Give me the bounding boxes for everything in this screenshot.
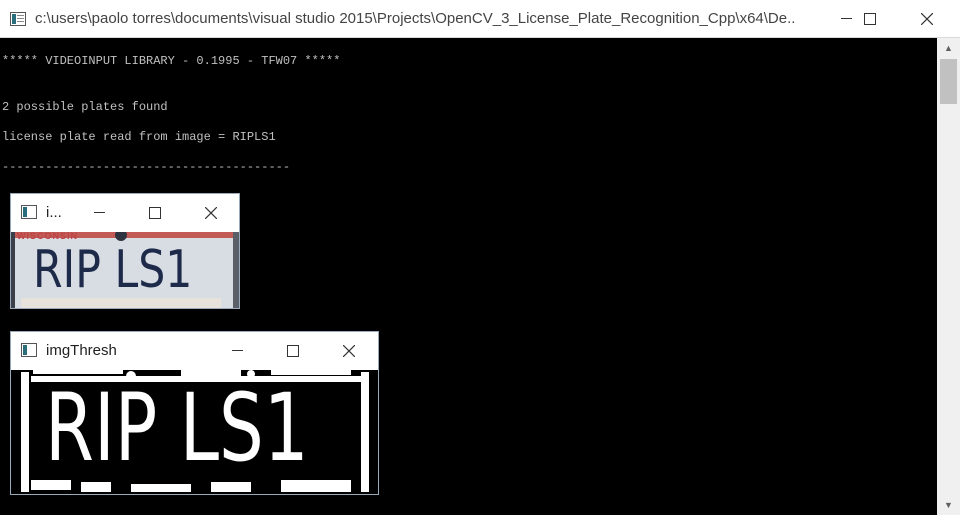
threshold-plate-characters: RIP LS1 (45, 374, 309, 483)
window-app-icon (21, 343, 37, 357)
console-line-banner: ***** VIDEOINPUT LIBRARY - 0.1995 - TFW0… (2, 54, 341, 68)
image-window-close-button[interactable] (196, 194, 226, 231)
image-window-minimize-button[interactable] (84, 194, 114, 231)
window-app-icon (21, 205, 37, 219)
thresh-window-title: imgThresh (46, 342, 117, 359)
maximize-button[interactable] (847, 0, 893, 37)
scroll-up-button[interactable]: ▲ (937, 38, 960, 58)
image-window-maximize-button[interactable] (140, 194, 170, 231)
scroll-down-button[interactable]: ▼ (937, 495, 960, 515)
console-app-icon (10, 12, 26, 26)
close-icon (921, 12, 933, 25)
image-window[interactable]: i... WISCONSIN RIP LS1 (10, 193, 240, 309)
window-title: c:\users\paolo torres\documents\visual s… (35, 10, 795, 27)
close-icon (343, 344, 355, 357)
license-plate-image: WISCONSIN RIP LS1 (11, 232, 239, 308)
console-line-plates-found: 2 possible plates found (2, 100, 168, 114)
plate-characters: RIP LS1 (33, 240, 193, 300)
console-title-bar[interactable]: c:\users\paolo torres\documents\visual s… (0, 0, 960, 38)
thresh-window-minimize-button[interactable] (222, 332, 252, 369)
thresh-window-maximize-button[interactable] (278, 332, 308, 369)
thresh-window-close-button[interactable] (334, 332, 364, 369)
image-window-title: i... (46, 204, 62, 221)
threshold-image: RIP LS1 (11, 370, 378, 494)
image-window-title-bar[interactable]: i... (11, 194, 239, 231)
scroll-thumb[interactable] (940, 59, 957, 104)
close-icon (205, 206, 217, 219)
vertical-scrollbar[interactable]: ▲ ▼ (937, 38, 960, 515)
thresh-window-title-bar[interactable]: imgThresh (11, 332, 378, 369)
console-line-separator: ---------------------------------------- (2, 160, 291, 174)
thresh-window[interactable]: imgThresh RIP LS1 (10, 331, 379, 495)
console-line-plate-read: license plate read from image = RIPLS1 (2, 130, 276, 144)
close-button[interactable] (904, 0, 950, 37)
